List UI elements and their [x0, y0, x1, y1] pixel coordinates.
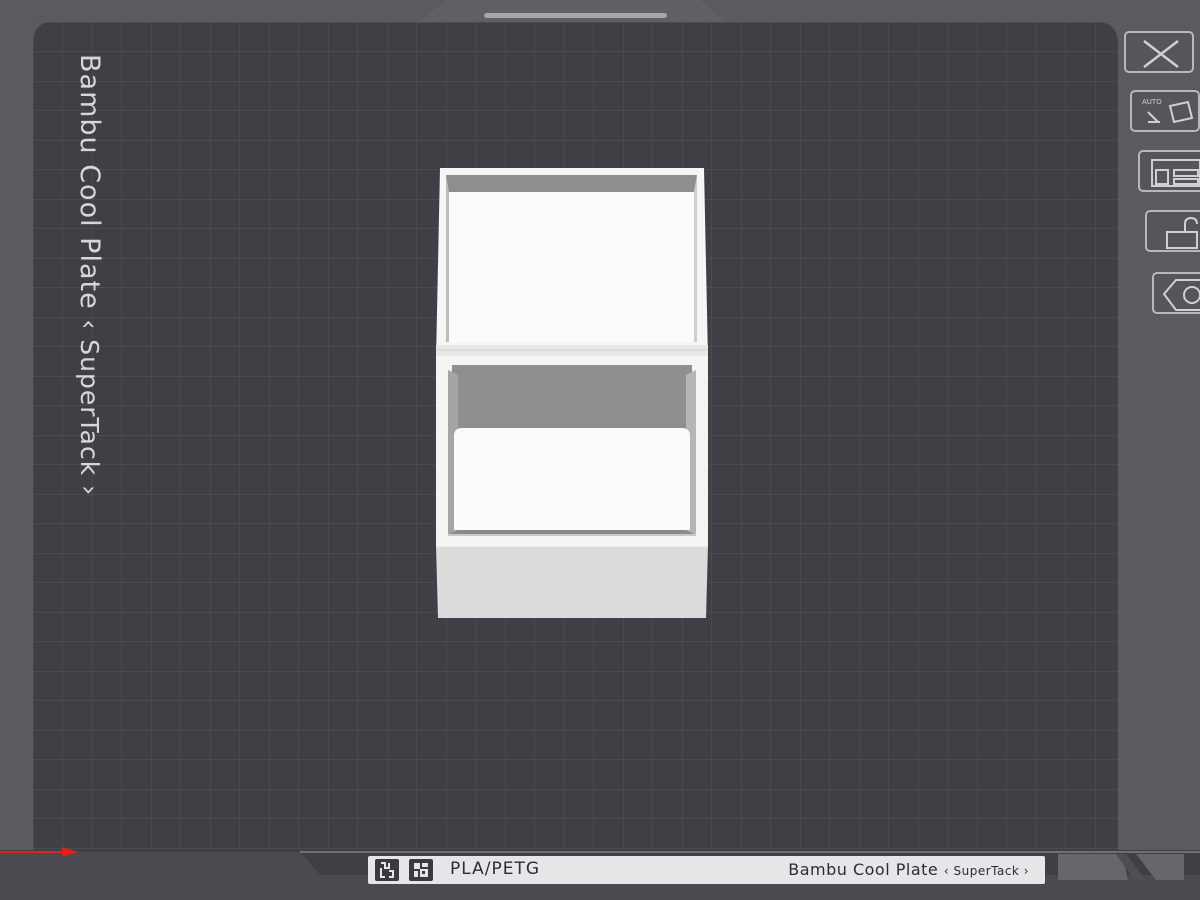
plate-settings-icon: [1162, 279, 1200, 311]
filament-type: PLA/PETG: [450, 859, 541, 879]
plate-qr-chip[interactable]: [409, 859, 433, 881]
close-icon: [1143, 40, 1179, 68]
plate-settings-button[interactable]: [1152, 272, 1200, 314]
plate-name-sub: ‹ SuperTack ›: [943, 864, 1029, 878]
auto-orient-button[interactable]: AUTO: [1130, 90, 1200, 132]
plate-name: Bambu Cool Plate ‹ SuperTack ›: [788, 860, 1029, 879]
plate-info-bar[interactable]: PLA/PETG Bambu Cool Plate ‹ SuperTack ›: [368, 856, 1045, 884]
frame-corner-tabs: [1058, 854, 1184, 880]
plate-top-handle: [484, 13, 667, 18]
plate-label: Bambu Cool Plate ‹ SuperTack ›: [74, 54, 105, 496]
build-plate-viewport[interactable]: [0, 0, 1200, 900]
plate-type-chip[interactable]: [375, 859, 399, 881]
auto-orient-text: AUTO: [1142, 98, 1162, 106]
plate-top-tab: [420, 0, 725, 22]
auto-orient-icon: AUTO: [1142, 98, 1194, 124]
plate-pattern-icon: [380, 862, 394, 878]
plate-label-main: Bambu Cool Plate: [74, 54, 105, 310]
qr-code-icon: [414, 863, 428, 877]
model-box: [436, 356, 708, 618]
model-lid: [436, 168, 708, 382]
arrange-icon: [1151, 159, 1200, 187]
plate-label-sub: ‹ SuperTack ›: [75, 319, 104, 497]
arrange-button[interactable]: [1138, 150, 1200, 192]
lock-icon: [1166, 216, 1198, 249]
close-plate-button[interactable]: [1124, 31, 1194, 73]
plate-name-main: Bambu Cool Plate: [788, 860, 939, 879]
lock-button[interactable]: [1145, 210, 1200, 252]
